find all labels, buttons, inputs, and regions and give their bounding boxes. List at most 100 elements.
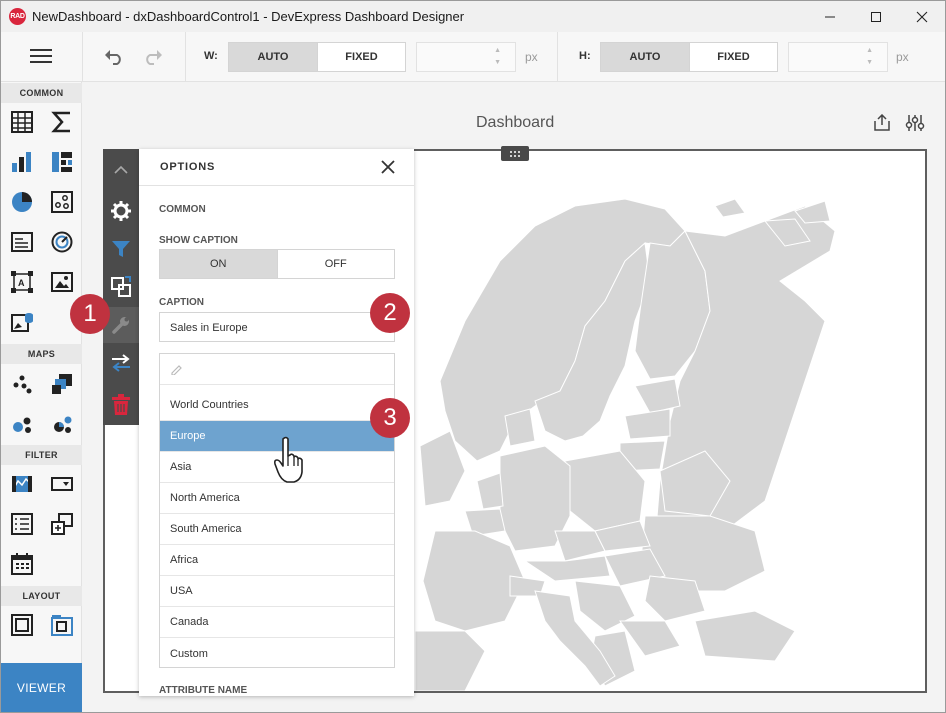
close-icon bbox=[381, 160, 395, 174]
spin-up-icon[interactable]: ▲ bbox=[494, 47, 501, 54]
image-database-icon bbox=[11, 313, 33, 332]
show-caption-on-button[interactable]: ON bbox=[160, 250, 277, 278]
show-caption-off-button[interactable]: OFF bbox=[276, 250, 395, 278]
pointer-hand-icon bbox=[273, 436, 303, 483]
map-country bbox=[476, 472, 504, 510]
tree-view-button[interactable] bbox=[49, 511, 75, 537]
map-country bbox=[634, 378, 681, 414]
list-item[interactable]: South America bbox=[160, 514, 394, 545]
pie-map-button[interactable] bbox=[49, 411, 75, 437]
designer-toolbar: W: AUTO FIXED ▲ ▼ px H: AUTO FIXED ▲ ▼ p… bbox=[1, 32, 945, 82]
height-unit: px bbox=[896, 50, 909, 64]
width-label: W: bbox=[204, 50, 218, 62]
text-box-item-button[interactable] bbox=[9, 229, 35, 255]
treemap-icon bbox=[52, 152, 72, 172]
options-button[interactable] bbox=[103, 193, 139, 229]
drag-handle[interactable] bbox=[501, 146, 529, 161]
toolbox: COMMON A MAPS FILTER LAYOUT VIEWER bbox=[1, 82, 82, 712]
interactivity-button[interactable] bbox=[103, 269, 139, 305]
pencil-icon bbox=[171, 365, 182, 375]
convert-button[interactable] bbox=[103, 345, 139, 381]
gauge-item-button[interactable] bbox=[49, 229, 75, 255]
list-item[interactable]: World Countries bbox=[160, 390, 394, 421]
caption-input[interactable]: Sales in Europe bbox=[159, 312, 395, 342]
choropleth-map-button[interactable] bbox=[49, 371, 75, 397]
pie-item-button[interactable] bbox=[9, 189, 35, 215]
width-fixed-button[interactable]: FIXED bbox=[317, 43, 405, 71]
delete-button[interactable] bbox=[103, 387, 139, 423]
height-auto-button[interactable]: AUTO bbox=[601, 43, 689, 71]
chart-item-button[interactable] bbox=[9, 149, 35, 175]
height-fixed-button[interactable]: FIXED bbox=[689, 43, 777, 71]
scatter-chart-icon bbox=[51, 191, 73, 213]
card-item-button[interactable] bbox=[49, 109, 75, 135]
gauge-icon bbox=[51, 231, 73, 253]
redo-button[interactable] bbox=[143, 48, 163, 71]
range-filter-button[interactable] bbox=[9, 471, 35, 497]
step-badge-1: 1 bbox=[70, 294, 110, 334]
spin-down-icon[interactable]: ▼ bbox=[866, 59, 873, 66]
width-unit: px bbox=[525, 50, 538, 64]
collapse-button[interactable] bbox=[103, 151, 139, 187]
grid-item-button[interactable] bbox=[9, 109, 35, 135]
range-filter-icon bbox=[12, 476, 32, 492]
close-panel-button[interactable] bbox=[381, 160, 395, 179]
filter-icon bbox=[112, 241, 130, 257]
chevron-up-icon bbox=[114, 165, 128, 174]
scatter-item-button[interactable] bbox=[49, 189, 75, 215]
grid-icon bbox=[11, 111, 33, 133]
minimize-icon bbox=[825, 16, 835, 17]
spin-up-icon[interactable]: ▲ bbox=[866, 47, 873, 54]
geo-points-icon bbox=[13, 375, 32, 394]
title-bar: RAD NewDashboard - dxDashboardControl1 -… bbox=[1, 1, 945, 32]
bound-image-item-button[interactable]: A bbox=[9, 269, 35, 295]
wrench-icon bbox=[112, 317, 129, 334]
maximize-button[interactable] bbox=[853, 1, 899, 32]
options-title: OPTIONS bbox=[160, 161, 216, 173]
svg-text:A: A bbox=[18, 278, 25, 288]
show-caption-toggle: ON OFF bbox=[159, 249, 395, 279]
bubble-map-icon bbox=[13, 417, 31, 433]
map-country bbox=[504, 408, 536, 447]
list-box-button[interactable] bbox=[9, 511, 35, 537]
minimize-button[interactable] bbox=[807, 1, 853, 32]
show-caption-label: SHOW CAPTION bbox=[159, 235, 238, 246]
list-item[interactable]: Africa bbox=[160, 545, 394, 576]
app-window: RAD NewDashboard - dxDashboardControl1 -… bbox=[0, 0, 946, 713]
combo-box-button[interactable] bbox=[49, 471, 75, 497]
tab-container-button[interactable] bbox=[49, 612, 75, 638]
map-country bbox=[694, 610, 796, 662]
geo-point-map-button[interactable] bbox=[9, 371, 35, 397]
map-type-list: World Countries Europe Asia North Americ… bbox=[159, 353, 395, 668]
dashboard-title[interactable]: Dashboard bbox=[476, 114, 554, 132]
filter-button[interactable] bbox=[103, 231, 139, 267]
height-input[interactable]: ▲ ▼ bbox=[788, 42, 888, 72]
treemap-item-button[interactable] bbox=[49, 149, 75, 175]
date-filter-button[interactable] bbox=[9, 551, 35, 577]
viewer-button[interactable]: VIEWER bbox=[1, 663, 82, 712]
export-icon bbox=[874, 113, 890, 131]
item-menu-strip bbox=[103, 149, 139, 425]
map-country bbox=[624, 408, 671, 440]
width-input[interactable]: ▲ ▼ bbox=[416, 42, 516, 72]
export-button[interactable] bbox=[873, 113, 891, 137]
list-edit-row[interactable] bbox=[160, 354, 394, 385]
sliders-icon bbox=[905, 115, 925, 131]
spin-down-icon[interactable]: ▼ bbox=[494, 59, 501, 66]
bubble-map-button[interactable] bbox=[9, 411, 35, 437]
list-item[interactable]: Custom bbox=[160, 638, 394, 669]
bound-image-button[interactable] bbox=[9, 309, 35, 335]
tree-view-icon bbox=[51, 513, 73, 535]
image-item-button[interactable] bbox=[49, 269, 75, 295]
undo-button[interactable] bbox=[104, 48, 124, 71]
list-box-icon bbox=[11, 513, 33, 535]
parameters-button[interactable] bbox=[905, 114, 925, 137]
width-auto-button[interactable]: AUTO bbox=[229, 43, 317, 71]
list-item[interactable]: USA bbox=[160, 576, 394, 607]
list-item[interactable]: Canada bbox=[160, 607, 394, 638]
choropleth-icon bbox=[52, 374, 72, 394]
close-window-button[interactable] bbox=[899, 1, 945, 32]
combo-box-icon bbox=[51, 477, 73, 491]
group-item-button[interactable] bbox=[9, 612, 35, 638]
hamburger-menu-button[interactable] bbox=[30, 48, 52, 69]
